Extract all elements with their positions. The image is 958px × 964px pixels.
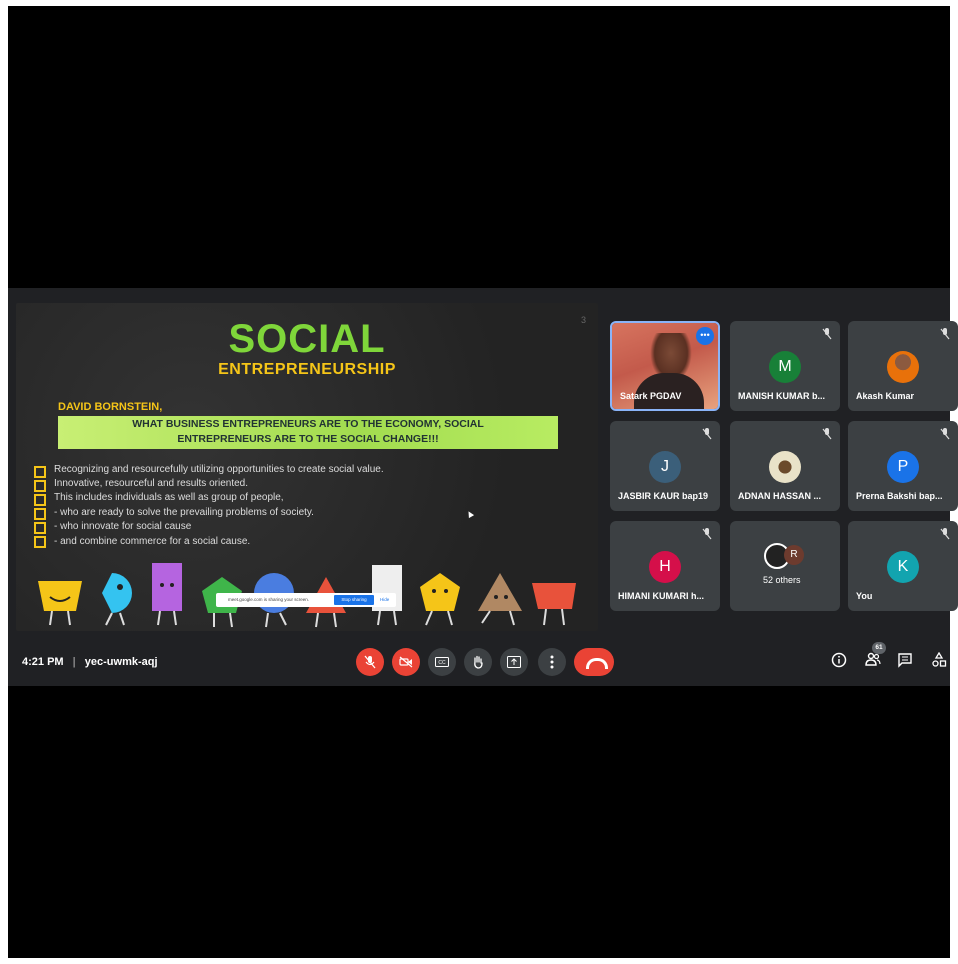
phone-hangup-icon [586, 658, 608, 669]
participant-tile[interactable]: J JASBIR KAUR bap19 [610, 421, 720, 511]
others-tile[interactable]: R 52 others [730, 521, 840, 611]
checkbox-bullet-icon [34, 508, 46, 520]
more-options-button[interactable] [538, 648, 566, 676]
avatar: R [784, 545, 804, 565]
checkbox-bullet-icon [34, 494, 46, 506]
meeting-code: yec-uwmk-aqj [84, 656, 158, 668]
participant-name: Prerna Bakshi bap... [856, 491, 943, 501]
participant-name: HIMANI KUMARI h... [618, 591, 704, 601]
present-now-button[interactable] [500, 648, 528, 676]
avatar: J [649, 451, 681, 483]
participant-name: JASBIR KAUR bap19 [618, 491, 709, 501]
leave-call-button[interactable] [574, 648, 614, 676]
mic-muted-icon [940, 428, 950, 440]
meeting-info: 4:21 PM | yec-uwmk-aqj [22, 656, 158, 668]
slide-bullet: - who innovate for social cause [54, 521, 192, 532]
hand-icon [474, 655, 483, 669]
checkbox-bullet-icon [34, 480, 46, 492]
participant-name: Satark PGDAV [620, 391, 682, 401]
people-icon [865, 652, 881, 666]
mic-muted-icon [702, 428, 712, 440]
participant-tile[interactable]: P Prerna Bakshi bap... [848, 421, 958, 511]
clock-time: 4:21 PM [22, 656, 64, 668]
info-icon [831, 652, 847, 668]
slide-title: SOCIAL [228, 317, 386, 361]
participant-tile[interactable]: H HIMANI KUMARI h... [610, 521, 720, 611]
purple-rectangle-character-icon [152, 563, 182, 626]
svg-text:CC: CC [438, 660, 446, 666]
stop-sharing-button[interactable]: Stop sharing [334, 595, 374, 605]
checkbox-bullet-icon [34, 536, 46, 548]
participant-name: Akash Kumar [856, 391, 915, 401]
checkbox-bullet-icon [34, 522, 46, 534]
chat-icon [898, 653, 912, 668]
screen-share-notice-bar: meet.google.com is sharing your screen. … [216, 593, 396, 607]
slide-bullet: - who are ready to solve the prevailing … [54, 507, 314, 518]
more-vert-icon [550, 655, 554, 669]
participant-name: MANISH KUMAR b... [738, 391, 825, 401]
slide-bullet: Innovative, resourceful and results orie… [54, 478, 248, 489]
participant-name: You [856, 591, 873, 601]
microphone-toggle-button[interactable] [356, 648, 384, 676]
slide-author: DAVID BORNSTEIN, [58, 401, 163, 413]
camera-toggle-button[interactable] [392, 648, 420, 676]
captions-button[interactable]: CC [428, 648, 456, 676]
activities-shapes-icon [932, 651, 947, 667]
closed-captions-icon: CC [435, 657, 449, 667]
share-notice-text: meet.google.com is sharing your screen. [228, 597, 310, 602]
quote-line-1: WHAT BUSINESS ENTREPRENEURS ARE TO THE E… [132, 418, 484, 430]
participant-tile[interactable]: ADNAN HASSAN ... [730, 421, 840, 511]
mic-muted-icon [940, 528, 950, 540]
mic-off-icon [364, 655, 376, 669]
present-screen-icon [507, 656, 521, 668]
participant-tile[interactable]: Akash Kumar [848, 321, 958, 411]
slide-bullet: - and combine commerce for a social caus… [54, 536, 251, 547]
chat-button[interactable] [896, 652, 914, 670]
slide-bullet: Recognizing and resourcefully utilizing … [54, 464, 384, 475]
people-count-badge: 61 [872, 642, 886, 654]
activities-button[interactable] [930, 651, 948, 670]
yellow-pentagon-character-icon [420, 573, 460, 626]
slide-subtitle: ENTREPRENEURSHIP [218, 361, 396, 378]
mic-muted-icon [702, 528, 712, 540]
cyan-pacman-character-icon [102, 573, 132, 626]
separator: | [72, 656, 76, 668]
brown-triangle-character-icon [478, 573, 522, 626]
avatar [769, 451, 801, 483]
avatar: P [887, 451, 919, 483]
mic-muted-icon [822, 428, 832, 440]
hide-share-bar-button[interactable]: Hide [380, 597, 389, 602]
participant-tile[interactable]: ••• Satark PGDAV [610, 321, 720, 411]
raise-hand-button[interactable] [464, 648, 492, 676]
participant-tile[interactable]: M MANISH KUMAR b... [730, 321, 840, 411]
yellow-trapezoid-character-icon [38, 581, 82, 626]
shared-screen[interactable]: 3 SOCIAL ENTREPRENEURSHIP DAVID BORNSTEI… [16, 303, 598, 631]
quote-line-2: ENTREPRENEURS ARE TO THE SOCIAL CHANGE!!… [177, 433, 439, 445]
participant-name: ADNAN HASSAN ... [738, 491, 822, 501]
red-trapezoid-character-icon [532, 583, 576, 626]
avatar: H [649, 551, 681, 583]
camera-off-icon [399, 656, 413, 668]
avatar: K [887, 551, 919, 583]
meeting-details-button[interactable] [830, 652, 848, 670]
others-count-label: 52 others [763, 575, 801, 585]
mic-muted-icon [940, 328, 950, 340]
participant-tile[interactable]: K You [848, 521, 958, 611]
slide-quote: WHAT BUSINESS ENTREPRENEURS ARE TO THE E… [58, 416, 558, 449]
slide-bullet: This includes individuals as well as gro… [54, 492, 284, 503]
more-options-icon[interactable]: ••• [696, 327, 714, 345]
mic-muted-icon [822, 328, 832, 340]
checkbox-bullet-icon [34, 466, 46, 478]
avatar [887, 351, 919, 383]
people-button[interactable] [864, 652, 882, 670]
avatar: M [769, 351, 801, 383]
